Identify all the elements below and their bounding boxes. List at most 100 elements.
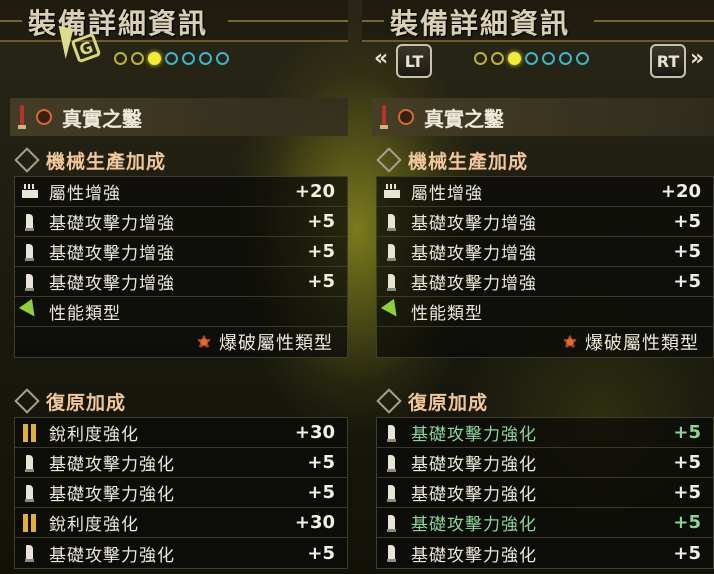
attack-icon xyxy=(21,453,39,473)
panel-title: 裝備詳細資訊 xyxy=(390,7,571,40)
blast-icon xyxy=(561,333,579,351)
page-dot[interactable] xyxy=(474,52,487,65)
attack-icon xyxy=(383,242,401,262)
title-bar: 裝備詳細資訊 xyxy=(362,0,714,42)
weapon-row: 真實之鑿 xyxy=(372,98,714,136)
section-header-restore: 復原加成 xyxy=(376,386,714,416)
section-icon xyxy=(376,147,402,173)
page-dot[interactable] xyxy=(114,52,127,65)
equipment-detail-panel-right: 裝備詳細資訊 « LT RT » 真實之鑿 機械生產加成 屬性增強 +20 基礎攻… xyxy=(362,0,714,574)
title-decoration xyxy=(594,20,714,22)
performance-type-value: 爆破屬性類型 xyxy=(219,333,333,354)
weapon-icon xyxy=(374,102,394,132)
list-item[interactable]: 基礎攻擊力增強 +5 xyxy=(15,237,347,267)
chevron-left-icon: « xyxy=(374,46,389,71)
performance-type-value: 爆破屬性類型 xyxy=(585,333,699,354)
weapon-icon xyxy=(12,102,32,132)
list-item[interactable]: 銳利度強化 +30 xyxy=(15,418,347,448)
list-item[interactable]: 基礎攻擊力強化 +5 xyxy=(15,448,347,478)
page-dot[interactable] xyxy=(559,52,572,65)
element-icon xyxy=(21,182,39,202)
section-icon xyxy=(14,147,40,173)
section-icon xyxy=(376,388,402,414)
equipment-detail-panel-left: 裝備詳細資訊 G 真實之鑿 機械生產加成 屬性增強 +20 基礎攻擊力增強 +5 基… xyxy=(0,0,348,574)
list-item[interactable]: 性能類型 xyxy=(15,297,347,327)
list-item[interactable]: 基礎攻擊力強化 +5 xyxy=(377,418,713,448)
rarity-gem-icon xyxy=(36,109,52,125)
list-item[interactable]: 基礎攻擊力增強 +5 xyxy=(15,207,347,237)
rarity-gem-icon xyxy=(398,109,414,125)
list-item[interactable]: 基礎攻擊力增強 +5 xyxy=(377,207,713,237)
attack-icon xyxy=(383,453,401,473)
restore-bonus-list: 銳利度強化 +30 基礎攻擊力強化 +5 基礎攻擊力強化 +5 銳利度強化 +30 基礎… xyxy=(14,417,348,569)
sharpness-icon xyxy=(21,423,39,443)
attack-icon xyxy=(383,483,401,503)
weapon-row: 真實之鑿 xyxy=(10,98,348,136)
attack-icon xyxy=(21,272,39,292)
list-item[interactable]: 基礎攻擊力強化 +5 xyxy=(377,508,713,538)
weapon-name: 真實之鑿 xyxy=(62,106,142,131)
attack-icon xyxy=(21,483,39,503)
attack-icon xyxy=(383,543,401,563)
section-header-restore: 復原加成 xyxy=(14,386,348,416)
list-item[interactable]: 屬性增強 +20 xyxy=(377,177,713,207)
list-item[interactable]: 基礎攻擊力強化 +5 xyxy=(377,478,713,508)
list-item[interactable]: 銳利度強化 +30 xyxy=(15,508,347,538)
attack-icon xyxy=(383,423,401,443)
element-icon xyxy=(383,182,401,202)
attack-icon xyxy=(21,543,39,563)
weapon-name: 真實之鑿 xyxy=(424,106,504,131)
performance-type-row: 爆破屬性類型 xyxy=(377,327,713,357)
title-bar: 裝備詳細資訊 xyxy=(0,0,348,42)
list-item[interactable]: 性能類型 xyxy=(377,297,713,327)
attack-icon xyxy=(383,212,401,232)
section-label: 復原加成 xyxy=(408,391,489,414)
page-dot[interactable] xyxy=(216,52,229,65)
list-item[interactable]: 基礎攻擊力強化 +5 xyxy=(15,478,347,508)
list-item[interactable]: 屬性增強 +20 xyxy=(15,177,347,207)
panel-title: 裝備詳細資訊 xyxy=(28,7,209,40)
performance-icon xyxy=(21,302,39,322)
section-header-machine: 機械生產加成 xyxy=(14,145,348,175)
attack-icon xyxy=(383,272,401,292)
page-dot-active[interactable] xyxy=(508,52,521,65)
section-label: 機械生產加成 xyxy=(46,150,167,173)
page-dot[interactable] xyxy=(182,52,195,65)
attack-icon xyxy=(21,242,39,262)
chevron-right-icon: » xyxy=(690,46,705,71)
cursor-icon: G xyxy=(62,24,102,64)
prev-page-button[interactable]: LT xyxy=(396,44,432,78)
list-item[interactable]: 基礎攻擊力強化 +5 xyxy=(377,448,713,478)
list-item[interactable]: 基礎攻擊力增強 +5 xyxy=(377,267,713,297)
section-label: 復原加成 xyxy=(46,391,127,414)
list-item[interactable]: 基礎攻擊力強化 +5 xyxy=(377,538,713,568)
section-icon xyxy=(14,388,40,414)
page-dot[interactable] xyxy=(131,52,144,65)
page-dot[interactable] xyxy=(525,52,538,65)
next-page-button[interactable]: RT xyxy=(650,44,686,78)
machine-bonus-list: 屬性增強 +20 基礎攻擊力增強 +5 基礎攻擊力增強 +5 基礎攻擊力增強 +5 性能… xyxy=(376,176,714,358)
section-label: 機械生產加成 xyxy=(408,150,529,173)
title-decoration xyxy=(362,20,384,22)
performance-type-row: 爆破屬性類型 xyxy=(15,327,347,357)
title-decoration xyxy=(0,20,22,22)
page-dot[interactable] xyxy=(542,52,555,65)
sharpness-icon xyxy=(21,513,39,533)
list-item[interactable]: 基礎攻擊力增強 +5 xyxy=(377,237,713,267)
page-indicator xyxy=(474,52,589,66)
attack-icon xyxy=(383,513,401,533)
page-dot[interactable] xyxy=(491,52,504,65)
blast-icon xyxy=(195,333,213,351)
page-dot[interactable] xyxy=(576,52,589,65)
title-decoration xyxy=(228,20,348,22)
page-dot[interactable] xyxy=(165,52,178,65)
page-dot-active[interactable] xyxy=(148,52,161,65)
page-dot[interactable] xyxy=(199,52,212,65)
section-header-machine: 機械生產加成 xyxy=(376,145,714,175)
machine-bonus-list: 屬性增強 +20 基礎攻擊力增強 +5 基礎攻擊力增強 +5 基礎攻擊力增強 +5 性能… xyxy=(14,176,348,358)
page-indicator xyxy=(114,52,229,66)
list-item[interactable]: 基礎攻擊力強化 +5 xyxy=(15,538,347,568)
restore-bonus-list: 基礎攻擊力強化 +5 基礎攻擊力強化 +5 基礎攻擊力強化 +5 基礎攻擊力強化 +5 … xyxy=(376,417,714,569)
list-item[interactable]: 基礎攻擊力增強 +5 xyxy=(15,267,347,297)
performance-icon xyxy=(383,302,401,322)
